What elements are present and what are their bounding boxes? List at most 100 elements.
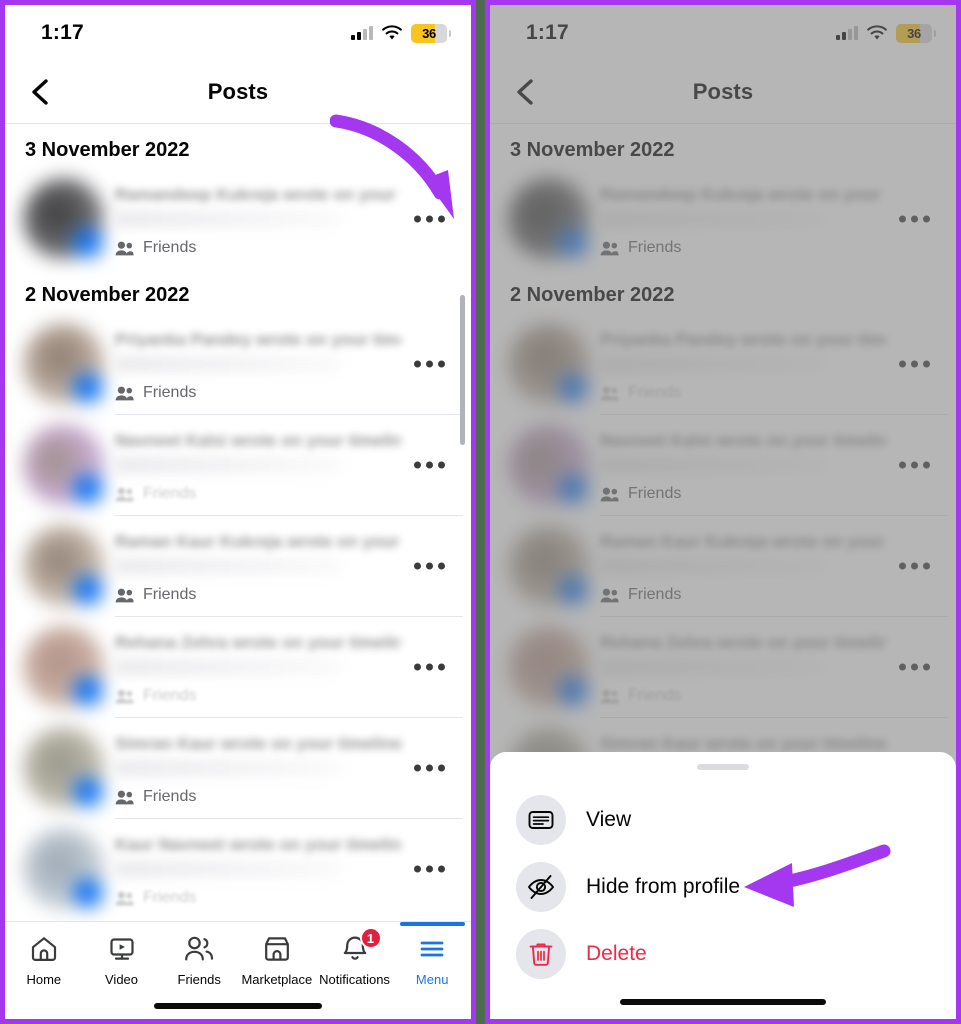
audience: Friends [600,239,681,257]
three-dots-icon[interactable] [414,764,445,772]
video-icon [107,932,137,966]
friends-audience-icon [600,386,619,400]
sheet-grabber[interactable] [697,764,749,770]
list-item[interactable]: Navneet Kalsi wrote on your timeline Fri… [5,415,471,515]
post-text: Rehana Zehra wrote on your timeline [115,633,401,652]
post-text: Rehana Zehra wrote on your timeline [600,633,886,652]
facebook-posts-screen: 1:17 36 Posts 3 November 2022 Ramandeep … [5,5,471,1019]
post-text: Ramandeep Kukreja wrote on your timeline [115,185,401,204]
battery-level: 36 [907,25,921,41]
card-view-icon [516,794,566,845]
audience: Friends [115,788,196,806]
audience-label: Friends [628,687,682,704]
tab-video[interactable]: Video [83,932,161,998]
friends-audience-icon [600,241,619,255]
post-text: Raman Kaur Kukreja wrote on your timelin… [600,532,886,551]
chevron-left-icon[interactable] [512,77,538,107]
tab-menu[interactable]: Menu [393,922,471,998]
three-dots-icon[interactable] [414,562,445,570]
list-item[interactable]: Simran Kaur wrote on your timeline Frien… [5,718,471,818]
three-dots-icon[interactable] [414,461,445,469]
tab-label: Friends [177,972,221,987]
audience-label: Friends [143,239,197,256]
post-preview-blurred [115,760,341,776]
three-dots-icon[interactable] [414,663,445,671]
post-preview-blurred [600,457,826,473]
status-indicators: 36 [351,23,451,43]
post-text: Priyanka Pandey wrote on your timeline [115,330,401,349]
tab-home[interactable]: Home [5,932,83,998]
battery-low-power-icon: 36 [896,23,936,43]
tab-label: Menu [415,972,449,987]
battery-low-power-icon: 36 [411,23,451,43]
friends-audience-icon [115,689,134,703]
status-time: 1:17 [41,21,84,44]
sheet-item-hide-from-profile[interactable]: Hide from profile [490,853,956,920]
chevron-left-icon[interactable] [27,77,53,107]
tab-friends[interactable]: Friends [160,932,238,998]
date-header: 3 November 2022 [25,139,190,161]
list-item[interactable]: Ramandeep Kukreja wrote on your timeline… [5,169,471,269]
status-time: 1:17 [526,21,569,44]
post-text: Raman Kaur Kukreja wrote on your timelin… [115,532,401,551]
trash-icon [516,928,566,979]
list-item: Ramandeep Kukreja wrote on your timeline… [490,169,956,269]
post-text: Simran Kaur wrote on your timeline [115,734,401,753]
sheet-item-label: Hide from profile [586,874,741,898]
audience-label: Friends [143,485,197,502]
list-item[interactable]: Kaur Navneet wrote on your timeline Frie… [5,819,471,919]
sheet-item-delete[interactable]: Delete [490,920,956,987]
audience: Friends [600,384,681,402]
tab-label: Video [105,972,139,987]
audience: Friends [115,687,196,705]
sheet-item-view[interactable]: View [490,786,956,853]
home-indicator [620,999,826,1005]
list-item: Navneet Kalsi wrote on your timeline Fri… [490,415,956,515]
list-item[interactable]: Priyanka Pandey wrote on your timeline F… [5,314,471,414]
three-dots-icon [899,562,930,570]
audience: Friends [115,239,196,257]
tab-marketplace[interactable]: Marketplace [238,932,316,998]
list-item[interactable]: Raman Kaur Kukreja wrote on your timelin… [5,516,471,616]
avatar [23,828,105,910]
audience: Friends [600,687,681,705]
tab-notifications[interactable]: 1 Notifications [316,927,394,998]
three-dots-icon[interactable] [414,215,445,223]
post-text: Priyanka Pandey wrote on your timeline [600,330,886,349]
cellular-signal-icon [351,26,373,40]
post-text: Navneet Kalsi wrote on your timeline [600,431,886,450]
avatar [508,626,590,708]
friends-icon [183,932,215,966]
audience-label: Friends [143,384,197,401]
three-dots-icon[interactable] [414,360,445,368]
status-bar: 1:17 36 [490,5,956,61]
navigation-bar: Posts [490,61,956,123]
audience: Friends [115,889,196,907]
tab-label: Home [26,972,62,987]
three-dots-icon[interactable] [414,865,445,873]
date-header: 3 November 2022 [510,139,675,161]
friends-audience-icon [115,891,134,905]
date-header: 2 November 2022 [510,284,675,306]
status-bar: 1:17 36 [5,5,471,61]
posts-list[interactable]: 3 November 2022 Ramandeep Kukreja wrote … [5,124,471,919]
friends-audience-icon [115,790,134,804]
list-item[interactable]: Rehana Zehra wrote on your timeline Frie… [5,617,471,717]
cellular-signal-icon [836,26,858,40]
audience-label: Friends [628,586,682,603]
friends-audience-icon [115,588,134,602]
post-options-action-sheet[interactable]: View Hide from profile Delete [490,752,956,1019]
avatar [508,178,590,260]
home-indicator [154,1003,322,1009]
home-icon [29,932,59,966]
active-tab-indicator [399,922,465,926]
post-preview-blurred [115,457,341,473]
tab-label: Notifications [319,972,390,987]
avatar [23,424,105,506]
status-indicators: 36 [836,23,936,43]
post-preview-blurred [115,356,341,372]
post-preview-blurred [115,659,341,675]
post-preview-blurred [600,356,826,372]
three-dots-icon [899,663,930,671]
scrollbar[interactable] [460,295,465,445]
